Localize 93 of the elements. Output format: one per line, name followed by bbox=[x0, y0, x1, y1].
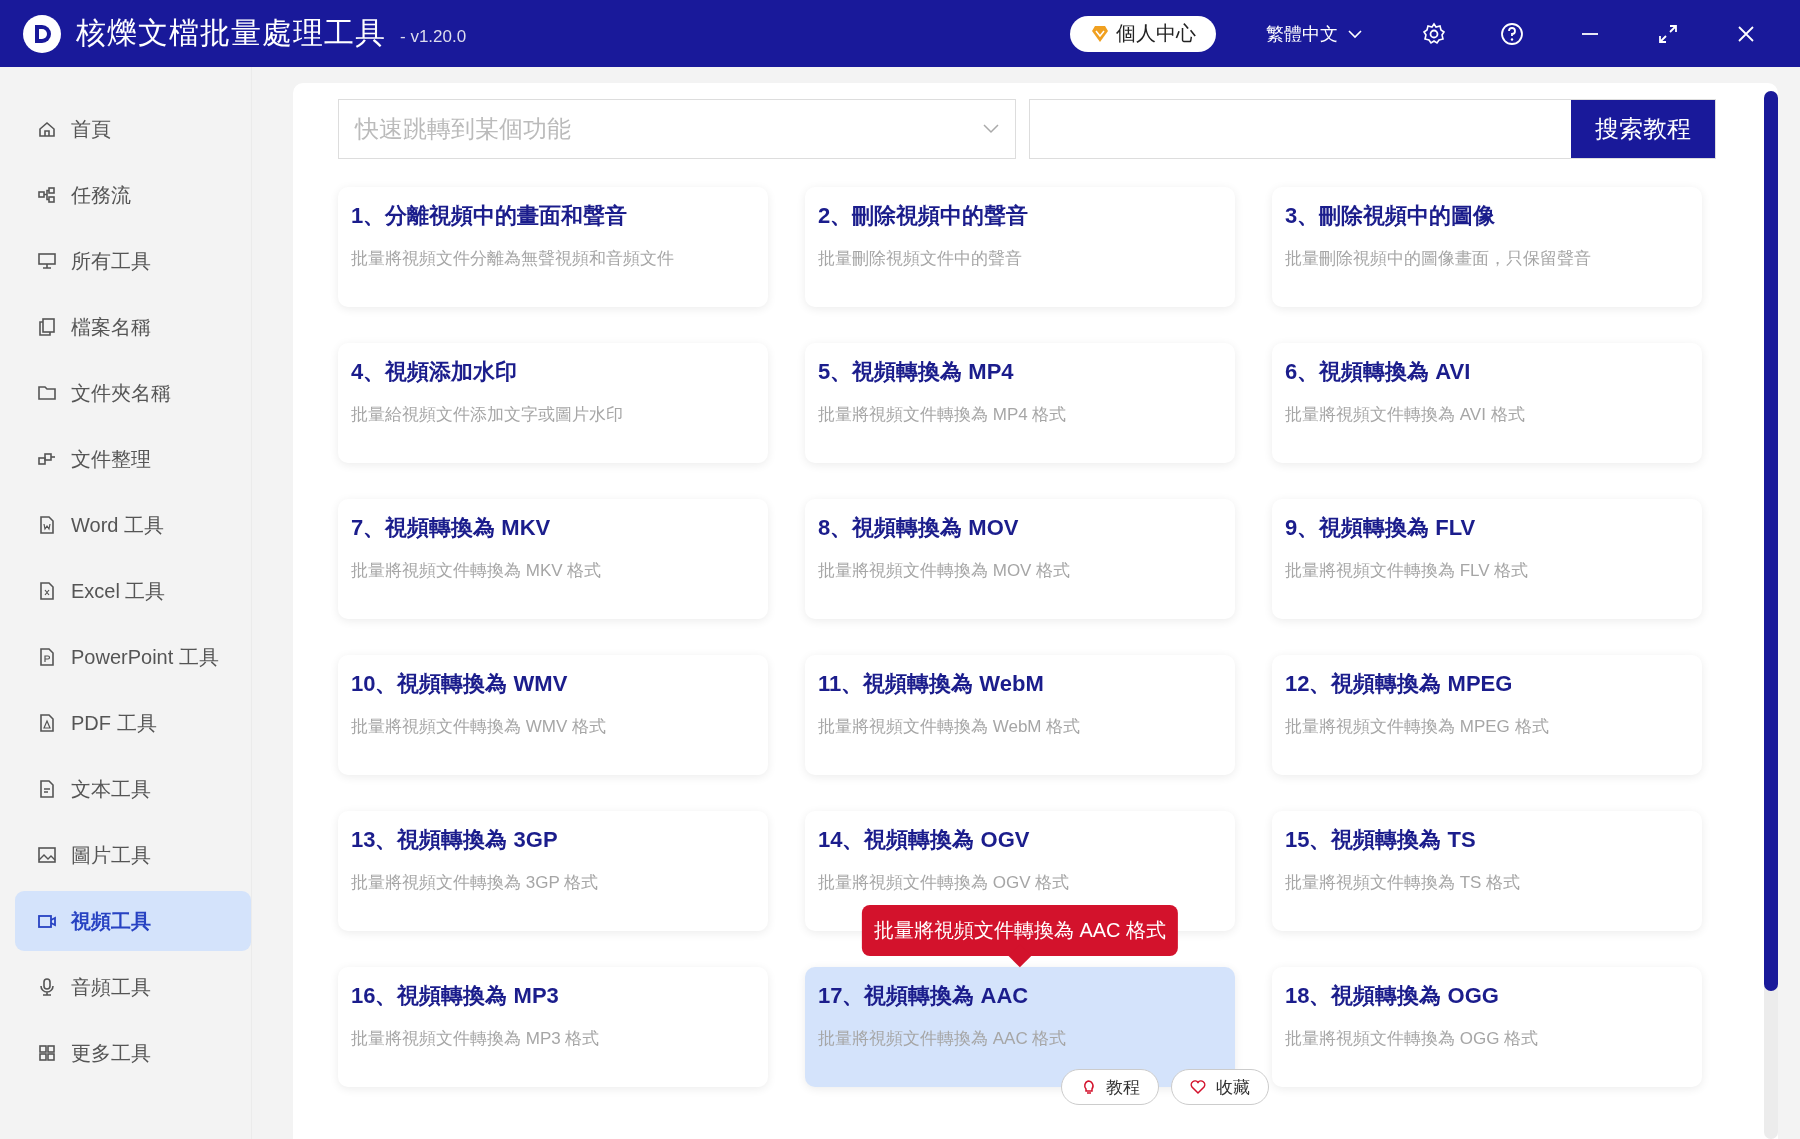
tool-card[interactable]: 6、視頻轉換為 AVI 批量將視頻文件轉換為 AVI 格式 bbox=[1272, 343, 1702, 463]
card-description: 批量給視頻文件添加文字或圖片水印 bbox=[351, 404, 624, 426]
tool-card[interactable]: 7、視頻轉換為 MKV 批量將視頻文件轉換為 MKV 格式 bbox=[338, 499, 768, 619]
sidebar-item[interactable]: 視頻工具 bbox=[15, 891, 251, 951]
sidebar-item[interactable]: PowerPoint 工具 bbox=[15, 627, 251, 687]
logo-icon bbox=[22, 13, 62, 54]
card-title: 2、刪除視頻中的聲音 bbox=[818, 202, 1030, 230]
language-dropdown[interactable]: 繁體中文 bbox=[1260, 20, 1368, 47]
card-title: 16、視頻轉換為 MP3 bbox=[351, 982, 560, 1010]
card-description: 批量將視頻文件轉換為 AAC 格式 bbox=[818, 1028, 1068, 1050]
card-title: 3、刪除視頻中的圖像 bbox=[1285, 202, 1497, 230]
tool-card[interactable]: 12、視頻轉換為 MPEG 批量將視頻文件轉換為 MPEG 格式 bbox=[1272, 655, 1702, 775]
card-title: 12、視頻轉換為 MPEG bbox=[1285, 670, 1514, 698]
monitor-icon bbox=[37, 251, 57, 271]
sidebar-item[interactable]: Excel 工具 bbox=[15, 561, 251, 621]
personal-center-button[interactable]: 個人中心 bbox=[1070, 15, 1216, 52]
diamond-icon bbox=[1090, 24, 1110, 43]
sidebar-item[interactable]: 文件夾名稱 bbox=[15, 363, 251, 423]
card-description: 批量刪除視頻中的圖像畫面，只保留聲音 bbox=[1285, 248, 1592, 270]
card-title: 11、視頻轉換為 WebM bbox=[818, 670, 1045, 698]
sidebar-item[interactable]: 圖片工具 bbox=[15, 825, 251, 885]
sidebar-item[interactable]: 音頻工具 bbox=[15, 957, 251, 1017]
card-title: 9、視頻轉換為 FLV bbox=[1285, 514, 1477, 542]
card-title: 18、視頻轉換為 OGG bbox=[1285, 982, 1500, 1010]
tool-card[interactable]: 5、視頻轉換為 MP4 批量將視頻文件轉換為 MP4 格式 bbox=[805, 343, 1235, 463]
card-description: 批量將視頻文件轉換為 MOV 格式 bbox=[818, 560, 1072, 582]
tool-card[interactable]: 15、視頻轉換為 TS 批量將視頻文件轉換為 TS 格式 bbox=[1272, 811, 1702, 931]
tool-card[interactable]: 3、刪除視頻中的圖像 批量刪除視頻中的圖像畫面，只保留聲音 bbox=[1272, 187, 1702, 307]
grid-icon bbox=[37, 1043, 57, 1063]
favorite-button[interactable]: 收藏 bbox=[1171, 1069, 1269, 1105]
documents-icon bbox=[37, 317, 57, 337]
flow-icon bbox=[37, 185, 57, 205]
app-title: 核爍文檔批量處理工具 bbox=[76, 15, 386, 51]
card-title: 1、分離視頻中的畫面和聲音 bbox=[351, 202, 629, 230]
tutorial-button[interactable]: 教程 bbox=[1061, 1069, 1159, 1105]
card-description: 批量將視頻文件轉換為 MP4 格式 bbox=[818, 404, 1068, 426]
word-file-icon bbox=[37, 515, 57, 535]
card-description: 批量將視頻文件轉換為 MPEG 格式 bbox=[1285, 716, 1550, 738]
version-label: - v1.20.0 bbox=[400, 26, 467, 47]
card-title: 7、視頻轉換為 MKV bbox=[351, 514, 552, 542]
pdf-file-icon bbox=[37, 713, 57, 733]
tool-card[interactable]: 10、視頻轉換為 WMV 批量將視頻文件轉換為 WMV 格式 bbox=[338, 655, 768, 775]
heart-icon bbox=[1190, 1079, 1206, 1095]
sidebar-item[interactable]: 任務流 bbox=[15, 165, 251, 225]
excel-file-icon bbox=[37, 581, 57, 601]
sidebar-item[interactable]: Word 工具 bbox=[15, 495, 251, 555]
card-description: 批量將視頻文件轉換為 WebM 格式 bbox=[818, 716, 1082, 738]
sidebar-item[interactable]: 文件整理 bbox=[15, 429, 251, 489]
tool-card[interactable]: 1、分離視頻中的畫面和聲音 批量將視頻文件分離為無聲視頻和音頻文件 bbox=[338, 187, 768, 307]
tool-card[interactable]: 9、視頻轉換為 FLV 批量將視頻文件轉換為 FLV 格式 bbox=[1272, 499, 1702, 619]
card-title: 10、視頻轉換為 WMV bbox=[351, 670, 569, 698]
sidebar-item[interactable]: PDF 工具 bbox=[15, 693, 251, 753]
help-icon[interactable] bbox=[1500, 21, 1524, 46]
chevron-down-icon bbox=[1348, 28, 1362, 39]
card-title: 14、視頻轉換為 OGV bbox=[818, 826, 1031, 854]
tool-card[interactable]: 13、視頻轉換為 3GP 批量將視頻文件轉換為 3GP 格式 bbox=[338, 811, 768, 931]
folder-icon bbox=[37, 383, 57, 403]
chevron-down-icon bbox=[983, 124, 999, 134]
card-title: 17、視頻轉換為 AAC bbox=[818, 982, 1030, 1010]
card-title: 6、視頻轉換為 AVI bbox=[1285, 358, 1472, 386]
card-description: 批量將視頻文件轉換為 3GP 格式 bbox=[351, 872, 600, 894]
card-description: 批量將視頻文件轉換為 OGV 格式 bbox=[818, 872, 1071, 894]
card-title: 13、視頻轉換為 3GP bbox=[351, 826, 559, 854]
settings-icon[interactable] bbox=[1422, 21, 1446, 46]
card-description: 批量將視頻文件分離為無聲視頻和音頻文件 bbox=[351, 248, 675, 270]
card-description: 批量將視頻文件轉換為 AVI 格式 bbox=[1285, 404, 1526, 426]
card-description: 批量將視頻文件轉換為 FLV 格式 bbox=[1285, 560, 1530, 582]
image-icon bbox=[37, 845, 57, 865]
tool-card[interactable]: 18、視頻轉換為 OGG 批量將視頻文件轉換為 OGG 格式 bbox=[1272, 967, 1702, 1087]
card-description: 批量將視頻文件轉換為 MKV 格式 bbox=[351, 560, 603, 582]
card-description: 批量將視頻文件轉換為 TS 格式 bbox=[1285, 872, 1522, 894]
card-description: 批量刪除視頻文件中的聲音 bbox=[818, 248, 1023, 270]
card-description: 批量將視頻文件轉換為 MP3 格式 bbox=[351, 1028, 601, 1050]
card-title: 15、視頻轉換為 TS bbox=[1285, 826, 1477, 854]
card-title: 8、視頻轉換為 MOV bbox=[818, 514, 1020, 542]
tool-card[interactable]: 4、視頻添加水印 批量給視頻文件添加文字或圖片水印 bbox=[338, 343, 768, 463]
tool-card[interactable]: 8、視頻轉換為 MOV 批量將視頻文件轉換為 MOV 格式 bbox=[805, 499, 1235, 619]
card-description: 批量將視頻文件轉換為 OGG 格式 bbox=[1285, 1028, 1540, 1050]
sidebar-item[interactable]: 所有工具 bbox=[15, 231, 251, 291]
tool-card[interactable]: 11、視頻轉換為 WebM 批量將視頻文件轉換為 WebM 格式 bbox=[805, 655, 1235, 775]
microphone-icon bbox=[37, 977, 57, 997]
tool-card[interactable]: 2、刪除視頻中的聲音 批量刪除視頻文件中的聲音 bbox=[805, 187, 1235, 307]
sidebar-item[interactable]: 更多工具 bbox=[15, 1023, 251, 1083]
home-icon bbox=[37, 119, 57, 139]
text-file-icon bbox=[37, 779, 57, 799]
card-description: 批量將視頻文件轉換為 WMV 格式 bbox=[351, 716, 607, 738]
sidebar-item[interactable]: 文本工具 bbox=[15, 759, 251, 819]
card-title: 5、視頻轉換為 MP4 bbox=[818, 358, 1015, 386]
sidebar-item[interactable]: 首頁 bbox=[15, 99, 251, 159]
card-title: 4、視頻添加水印 bbox=[351, 358, 519, 386]
sidebar-item[interactable]: 檔案名稱 bbox=[15, 297, 251, 357]
powerpoint-file-icon bbox=[37, 647, 57, 667]
tool-card[interactable]: 16、視頻轉換為 MP3 批量將視頻文件轉換為 MP3 格式 bbox=[338, 967, 768, 1087]
